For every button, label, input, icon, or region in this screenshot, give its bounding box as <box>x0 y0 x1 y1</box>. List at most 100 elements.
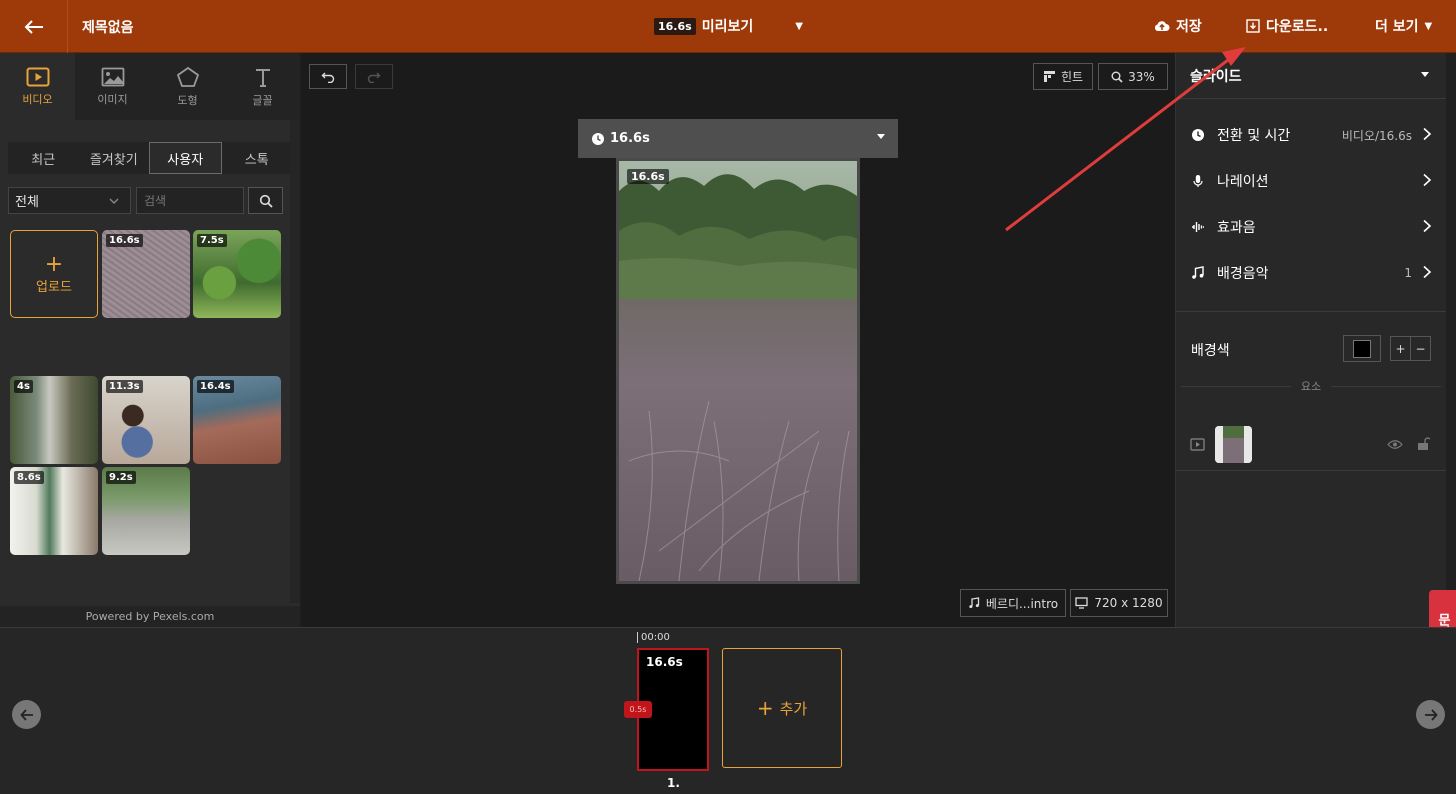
timeline-prev-button[interactable] <box>12 700 41 729</box>
chevron-down-icon <box>109 198 119 204</box>
color-plus-minus-group: + − <box>1390 336 1431 361</box>
video-frame-image <box>619 161 857 581</box>
preview-button[interactable]: 16.6s 미리보기 ▼ <box>654 16 803 36</box>
divider <box>1176 311 1446 312</box>
category-tabs: 비디오 이미지 도형 글꼴 <box>0 53 300 120</box>
upload-button[interactable]: + 업로드 <box>10 230 98 318</box>
image-icon <box>101 67 124 86</box>
more-label: 더 보기 <box>1375 19 1419 35</box>
scrollbar[interactable] <box>290 120 300 603</box>
clock-icon <box>1192 129 1204 141</box>
tab-video[interactable]: 비디오 <box>0 53 75 120</box>
search-icon <box>259 194 273 208</box>
timeline: 00:00 16.6s 0.5s + 추가 1. <box>0 627 1456 794</box>
filter-dropdown[interactable]: 전체 <box>8 187 131 214</box>
tab-label: 글꼴 <box>252 93 273 107</box>
slide-duration-dropdown[interactable]: 16.6s <box>578 119 898 158</box>
properties-panel: 슬라이드 전환 및 시간 비디오/16.6s 나레이션 효과음 배경음악 1 배… <box>1175 53 1456 627</box>
text-icon <box>255 68 270 87</box>
remove-color-button[interactable]: − <box>1411 337 1430 360</box>
tab-text[interactable]: 글꼴 <box>225 53 300 120</box>
element-row[interactable] <box>1176 419 1446 471</box>
caret-down-icon: ▼ <box>1424 20 1433 32</box>
grid-hint-icon <box>1043 71 1055 82</box>
zoom-icon <box>1111 71 1123 83</box>
save-label: 저장 <box>1176 19 1202 35</box>
background-music-chip[interactable]: 베르디...intro <box>960 589 1066 617</box>
more-menu-button[interactable]: 더 보기 ▼ <box>1375 16 1432 36</box>
tab-shape[interactable]: 도형 <box>150 53 225 120</box>
resolution-chip[interactable]: 720 x 1280 <box>1070 589 1168 617</box>
sound-effects-row[interactable]: 효과음 <box>1176 204 1446 250</box>
duration-badge: 7.5s <box>197 234 227 247</box>
document-title[interactable]: 제목없음 <box>82 17 134 37</box>
video-thumbnail[interactable]: 16.4s <box>193 376 281 464</box>
scrollbar[interactable] <box>1446 53 1456 627</box>
video-thumbnail[interactable]: 11.3s <box>102 376 190 464</box>
download-button[interactable]: 다운로드.. <box>1246 16 1328 36</box>
music-note-icon <box>969 597 980 609</box>
powered-by-credit[interactable]: Powered by Pexels.com <box>0 606 300 627</box>
caret-down-icon <box>877 134 885 139</box>
clip-duration-badge: 16.6s <box>627 169 669 184</box>
redo-icon <box>367 72 381 83</box>
music-label: 베르디...intro <box>985 596 1059 611</box>
row-label: 전환 및 시간 <box>1217 128 1291 144</box>
tab-label: 이미지 <box>97 92 128 106</box>
lock-open-icon[interactable] <box>1417 436 1430 451</box>
narration-row[interactable]: 나레이션 <box>1176 158 1446 204</box>
video-thumbnail[interactable]: 8.6s <box>10 467 98 555</box>
tab-favorites[interactable]: 즐겨찾기 <box>79 142 150 174</box>
divider-line <box>1180 385 1291 387</box>
filter-value: 전체 <box>15 195 39 210</box>
eye-icon[interactable] <box>1387 439 1403 450</box>
add-slide-button[interactable]: + 추가 <box>722 648 842 768</box>
arrow-left-icon <box>19 708 33 721</box>
redo-button[interactable] <box>355 64 393 89</box>
video-thumbnail[interactable]: 16.6s <box>102 230 190 318</box>
zoom-value: 33% <box>1128 69 1155 84</box>
tab-recent[interactable]: 최근 <box>8 142 79 174</box>
media-panel: 비디오 이미지 도형 글꼴 최근 즐겨찾기 사용자 스톡 전체 + 업로드 16… <box>0 53 300 627</box>
add-color-button[interactable]: + <box>1391 337 1411 360</box>
video-thumbnail[interactable]: 9.2s <box>102 467 190 555</box>
video-thumbnail[interactable]: 7.5s <box>193 230 281 318</box>
transition-badge[interactable]: 0.5s <box>624 701 652 718</box>
top-bar: 제목없음 16.6s 미리보기 ▼ 저장 다운로드.. 더 보기 ▼ <box>0 0 1456 53</box>
timeline-time-marker: 00:00 <box>637 632 670 643</box>
slide-section-header[interactable]: 슬라이드 <box>1176 53 1446 99</box>
save-button[interactable]: 저장 <box>1154 16 1202 36</box>
background-color-picker[interactable] <box>1343 335 1381 362</box>
clip-duration: 16.6s <box>646 655 683 669</box>
video-icon <box>26 67 49 86</box>
transition-time-row[interactable]: 전환 및 시간 비디오/16.6s <box>1176 112 1446 158</box>
music-note-icon <box>1192 266 1204 279</box>
elements-divider: 요소 <box>1176 378 1446 394</box>
divider-line <box>1331 385 1442 387</box>
slide-duration-value: 16.6s <box>610 131 650 146</box>
background-music-row[interactable]: 배경음악 1 <box>1176 250 1446 296</box>
chevron-right-icon <box>1423 127 1432 141</box>
back-button[interactable] <box>0 0 68 53</box>
resolution-value: 720 x 1280 <box>1094 596 1163 610</box>
caret-down-icon[interactable]: ▼ <box>795 21 803 32</box>
color-swatch <box>1353 339 1371 358</box>
search-input[interactable] <box>136 187 244 214</box>
undo-icon <box>321 72 335 83</box>
cloud-upload-icon <box>1154 21 1170 31</box>
tab-user[interactable]: 사용자 <box>149 142 222 174</box>
video-preview[interactable]: 16.6s <box>616 158 860 584</box>
waveform-icon <box>1192 222 1204 232</box>
duration-badge: 4s <box>14 380 33 393</box>
timeline-next-button[interactable] <box>1416 700 1445 729</box>
tab-stock[interactable]: 스톡 <box>222 142 293 174</box>
preview-duration-badge: 16.6s <box>654 17 696 35</box>
search-button[interactable] <box>248 187 283 214</box>
elements-label: 요소 <box>1300 380 1322 393</box>
chevron-right-icon <box>1423 219 1432 233</box>
zoom-button[interactable]: 33% <box>1098 63 1168 90</box>
undo-button[interactable] <box>309 64 347 89</box>
tab-image[interactable]: 이미지 <box>75 53 150 120</box>
video-thumbnail[interactable]: 4s <box>10 376 98 464</box>
hint-button[interactable]: 힌트 <box>1033 63 1093 90</box>
